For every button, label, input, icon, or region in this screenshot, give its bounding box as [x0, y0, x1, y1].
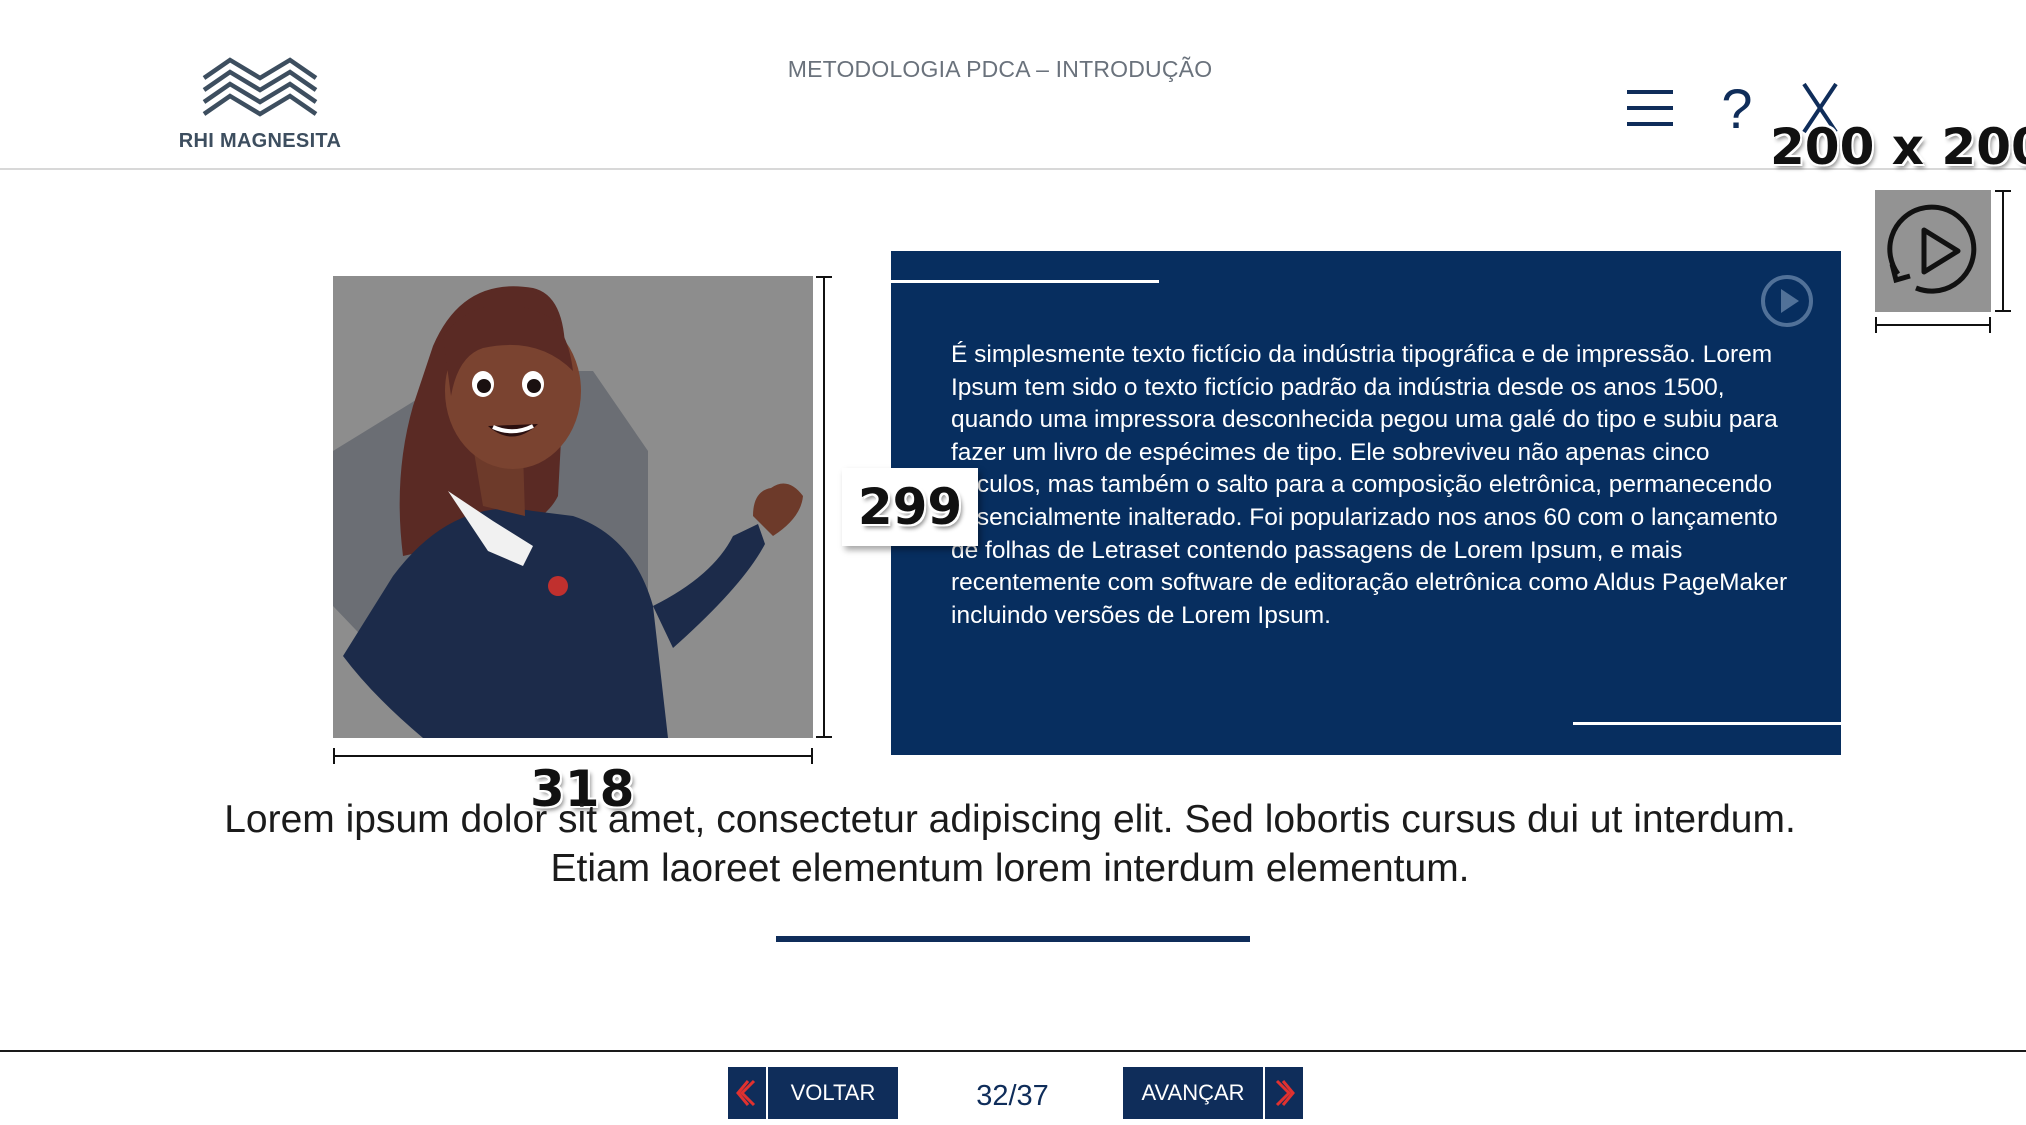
play-restart-icon — [1887, 204, 1977, 294]
company-logo: RHI MAGNESITA — [175, 52, 345, 156]
hamburger-menu-icon — [1627, 90, 1673, 126]
double-chevron-right-icon — [1275, 1079, 1295, 1107]
next-button-label: AVANÇAR — [1141, 1080, 1245, 1105]
next-chevron-box — [1263, 1067, 1303, 1119]
avatar-width-tick-right — [811, 748, 813, 764]
avatar-height-tick-bottom — [816, 736, 832, 738]
avatar-height-annotation: 299 — [842, 468, 978, 546]
back-button-label: VOLTAR — [790, 1080, 876, 1105]
video-width-tick-right — [1989, 317, 1991, 333]
next-button[interactable]: AVANÇAR — [1123, 1067, 1303, 1119]
text-panel: É simplesmente texto fictício da indústr… — [891, 251, 1841, 755]
avatar-width-tick-left — [333, 748, 335, 764]
logo-text: RHI MAGNESITA — [178, 130, 342, 152]
double-chevron-left-icon — [736, 1079, 756, 1107]
video-height-tick-bottom — [1995, 310, 2011, 312]
menu-button[interactable] — [1620, 80, 1680, 136]
caption-line-1: Lorem ipsum dolor sit amet, consectetur … — [224, 798, 1796, 841]
video-height-dimension — [2002, 190, 2004, 312]
presenter-illustration — [333, 276, 813, 738]
logo-waves-icon — [202, 57, 318, 117]
play-circle-icon — [1761, 275, 1813, 327]
caption-divider — [776, 936, 1250, 942]
header: RHI MAGNESITA METODOLOGIA PDCA – INTRODU… — [0, 0, 2026, 170]
help-button[interactable]: ? — [1707, 77, 1767, 140]
avatar-height-tick-top — [816, 276, 832, 278]
back-chevron-box — [728, 1067, 768, 1119]
video-width-dimension — [1875, 324, 1991, 326]
video-size-annotation: 200 x 200 — [1770, 118, 2026, 176]
panel-play-button[interactable] — [1759, 273, 1815, 329]
video-play-button[interactable] — [1875, 190, 1991, 312]
video-height-tick-top — [1995, 190, 2011, 192]
page-counter: 32/37 — [976, 1080, 1049, 1112]
caption-line-2: Etiam laoreet elementum lorem interdum e… — [550, 847, 1470, 890]
panel-body-text: É simplesmente texto fictício da indústr… — [951, 341, 1788, 629]
presenter-avatar — [333, 276, 813, 738]
video-width-tick-left — [1875, 317, 1877, 333]
panel-decor-line-top — [891, 280, 1159, 283]
footer-divider — [0, 1050, 2026, 1052]
avatar-height-dimension — [823, 276, 825, 738]
page-title: METODOLOGIA PDCA – INTRODUÇÃO — [787, 56, 1213, 82]
back-button[interactable]: VOLTAR — [728, 1067, 898, 1119]
caption-text: Lorem ipsum dolor sit amet, consectetur … — [150, 795, 1870, 893]
panel-decor-line-bottom — [1573, 722, 1841, 725]
avatar-width-dimension — [333, 755, 813, 757]
